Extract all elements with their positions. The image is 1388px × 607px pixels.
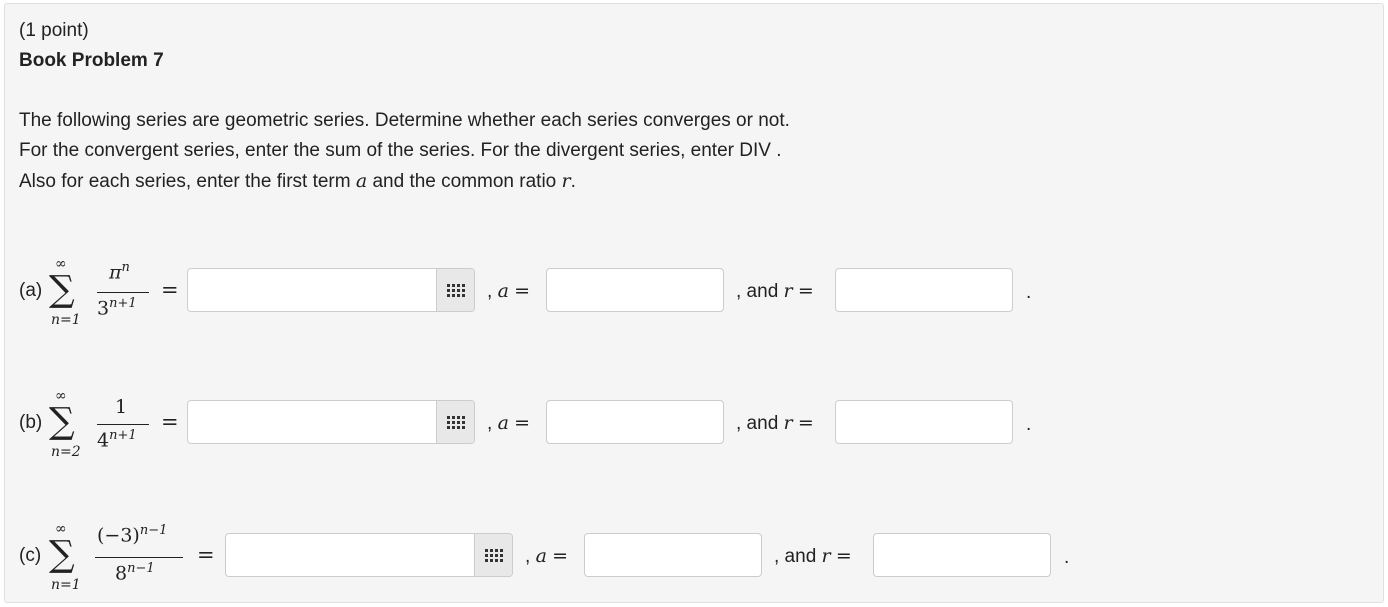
r-input[interactable] (874, 534, 1050, 576)
grid-icon (446, 415, 465, 429)
fraction-denominator: 8n−1 (115, 561, 155, 585)
sum-input[interactable] (188, 401, 436, 443)
sum-input[interactable] (188, 269, 436, 311)
equation-palette-button[interactable] (436, 269, 474, 311)
r-input[interactable] (836, 401, 1012, 443)
a-answer-box (584, 533, 762, 577)
a-answer-box (546, 400, 724, 444)
fraction-bar (97, 292, 149, 293)
problem-b-row: (b) ∞ ∑ n=2 1 4n+1 = , a = , and r = . (5, 384, 1385, 464)
problem-a-row: (a) ∞ ∑ n=1 πn 3n+1 = , a = , and r = . (5, 252, 1385, 332)
problem-label: (b) (19, 412, 43, 433)
sum-lower-limit: n=1 (51, 577, 81, 593)
r-answer-box (873, 533, 1051, 577)
grid-icon (446, 283, 465, 297)
a-input[interactable] (547, 401, 723, 443)
points-label: (1 point) (19, 20, 89, 41)
sum-answer-box (225, 533, 513, 577)
period: . (1026, 282, 1032, 303)
equals-sign: = (161, 410, 179, 434)
problem-label: (a) (19, 280, 43, 301)
sum-input[interactable] (226, 534, 474, 576)
r-label: , and r = (736, 412, 814, 434)
a-label: , a = (525, 545, 569, 567)
grid-icon (484, 548, 503, 562)
instruction-line-2: For the convergent series, enter the sum… (19, 140, 782, 161)
sum-lower-limit: n=2 (51, 444, 81, 460)
a-input[interactable] (585, 534, 761, 576)
problem-label: (c) (19, 545, 42, 566)
sum-answer-box (187, 400, 475, 444)
var-a: a (355, 170, 368, 192)
fraction-bar (95, 557, 183, 558)
problem-c-row: (c) ∞ ∑ n=1 (−3)n−1 8n−1 = , a = , and r… (5, 517, 1385, 597)
problem-title: Book Problem 7 (19, 50, 164, 71)
sigma-symbol: ∑ (49, 401, 75, 442)
r-label: , and r = (774, 545, 852, 567)
equals-sign: = (161, 278, 179, 302)
problem-panel: (1 point) Book Problem 7 The following s… (4, 3, 1384, 603)
r-answer-box (835, 400, 1013, 444)
a-label: , a = (487, 280, 531, 302)
equation-palette-button[interactable] (474, 534, 512, 576)
period: . (1026, 414, 1032, 435)
sum-lower-limit: n=1 (51, 312, 81, 328)
fraction-denominator: 4n+1 (97, 428, 137, 452)
equals-sign: = (197, 543, 215, 567)
var-r: r (561, 170, 571, 192)
instruction-line-3-end: . (570, 171, 576, 192)
instruction-line-1: The following series are geometric serie… (19, 110, 790, 131)
equation-palette-button[interactable] (436, 401, 474, 443)
fraction-numerator: 1 (115, 396, 128, 418)
a-answer-box (546, 268, 724, 312)
r-label: , and r = (736, 280, 814, 302)
fraction-denominator: 3n+1 (97, 296, 137, 320)
r-answer-box (835, 268, 1013, 312)
fraction-numerator: πn (109, 260, 130, 284)
instruction-line-3-mid: and the common ratio (372, 171, 557, 192)
sigma-symbol: ∑ (49, 269, 75, 310)
r-input[interactable] (836, 269, 1012, 311)
fraction-numerator: (−3)n−1 (97, 523, 168, 547)
a-input[interactable] (547, 269, 723, 311)
a-label: , a = (487, 412, 531, 434)
sum-answer-box (187, 268, 475, 312)
instruction-line-3-start: Also for each series, enter the first te… (19, 171, 351, 192)
period: . (1064, 547, 1070, 568)
sigma-symbol: ∑ (49, 534, 75, 575)
fraction-bar (97, 424, 149, 425)
instruction-line-3: Also for each series, enter the first te… (19, 170, 576, 193)
